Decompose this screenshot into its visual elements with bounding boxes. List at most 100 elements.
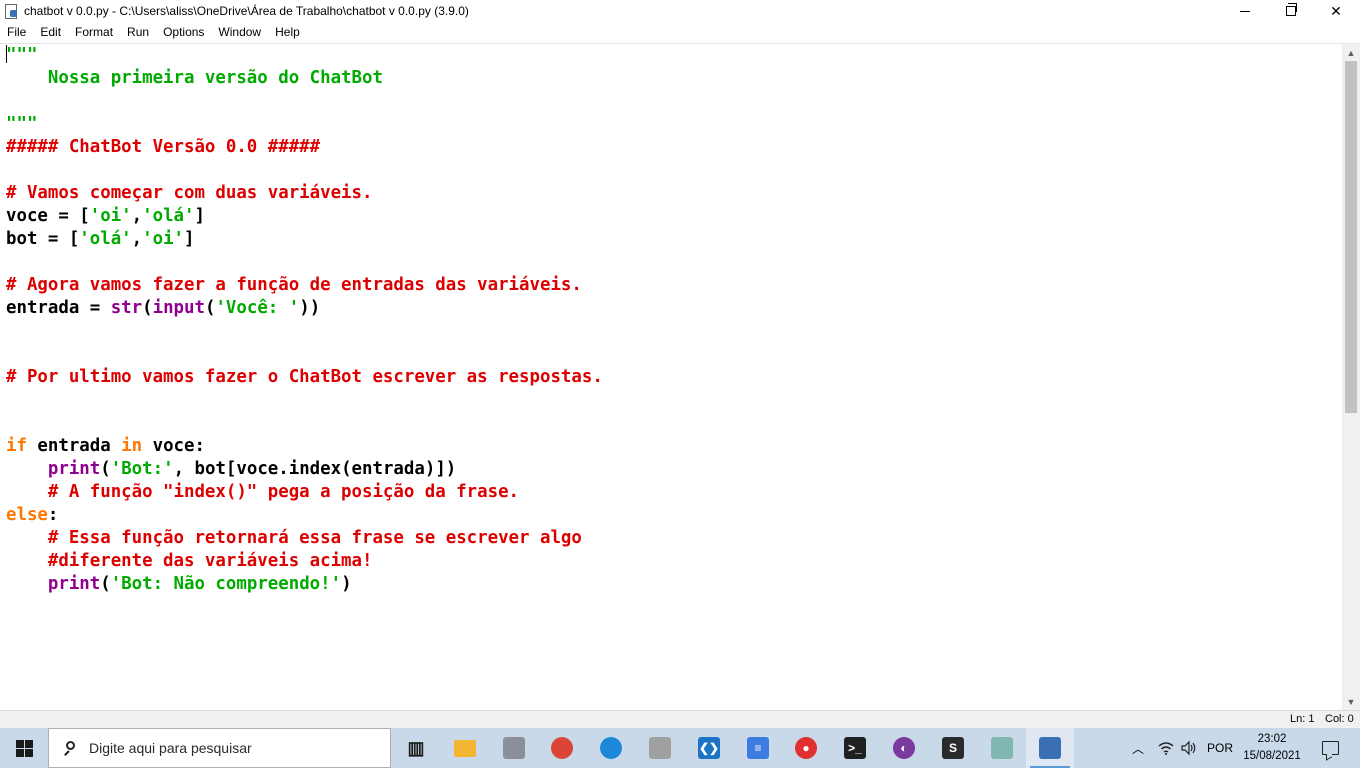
taskbar-notepad-app-button[interactable]: [636, 728, 684, 768]
code-line[interactable]: print('Bot: Não compreendo!'): [6, 573, 603, 596]
taskbar-screen-recorder-button[interactable]: ●: [782, 728, 830, 768]
code-token: ]: [184, 229, 195, 249]
vertical-scrollbar[interactable]: ▲ ▼: [1342, 44, 1360, 710]
code-token: """: [6, 45, 38, 65]
search-placeholder: Digite aqui para pesquisar: [89, 740, 252, 756]
python-idle-icon: [1039, 737, 1061, 759]
taskbar-sublime-button[interactable]: S: [929, 728, 977, 768]
taskbar-notepad-plus-button[interactable]: [978, 728, 1026, 768]
tray-chevron-icon[interactable]: ︿: [1132, 728, 1144, 768]
code-token: # Agora vamos fazer a função de entradas…: [6, 275, 582, 295]
code-token: (: [204, 298, 216, 318]
code-line[interactable]: ​: [6, 320, 603, 343]
code-token: ,: [131, 206, 143, 226]
tor-browser-icon: ◐: [893, 737, 915, 759]
scroll-up-arrow-icon[interactable]: ▲: [1342, 44, 1360, 61]
wifi-icon[interactable]: [1158, 728, 1174, 768]
taskbar-docs-button[interactable]: ≡: [734, 728, 782, 768]
menu-bar: File Edit Format Run Options Window Help: [0, 22, 1360, 44]
code-token: ]: [194, 206, 205, 226]
menu-file[interactable]: File: [0, 22, 33, 43]
code-line[interactable]: """: [6, 44, 603, 67]
menu-edit[interactable]: Edit: [33, 22, 68, 43]
code-line[interactable]: # A função "index()" pega a posição da f…: [6, 481, 603, 504]
code-line[interactable]: # Agora vamos fazer a função de entradas…: [6, 274, 603, 297]
code-line[interactable]: if entrada in voce:: [6, 435, 603, 458]
notification-icon: [1321, 741, 1339, 755]
code-token: ,: [131, 229, 143, 249]
notepad-plus-icon: [991, 737, 1013, 759]
code-token: 'Bot: Não compreendo!': [110, 574, 342, 594]
code-line[interactable]: # Por ultimo vamos fazer o ChatBot escre…: [6, 366, 603, 389]
restore-icon: [1286, 3, 1297, 16]
menu-help[interactable]: Help: [268, 22, 307, 43]
taskbar-file-explorer-button[interactable]: [441, 728, 489, 768]
code-token: Nossa primeira versão do ChatBot: [6, 68, 383, 88]
code-line[interactable]: ​: [6, 90, 603, 113]
code-line[interactable]: ​: [6, 389, 603, 412]
code-line[interactable]: bot = ['olá','oi']: [6, 228, 603, 251]
code-token: 'olá': [79, 229, 132, 249]
status-line: Ln: 1: [1290, 713, 1315, 725]
taskbar-edge-button[interactable]: [587, 728, 635, 768]
screen-recorder-icon: ●: [795, 737, 817, 759]
code-line[interactable]: ​: [6, 343, 603, 366]
volume-icon[interactable]: [1181, 728, 1197, 768]
language-indicator[interactable]: POR: [1207, 728, 1233, 768]
code-line[interactable]: voce = ['oi','olá']: [6, 205, 603, 228]
vscode-icon: ❮❯: [698, 737, 720, 759]
code-line[interactable]: Nossa primeira versão do ChatBot: [6, 67, 603, 90]
code-editor[interactable]: """ Nossa primeira versão do ChatBot​"""…: [0, 44, 1342, 710]
code-token: 'Você: ': [215, 298, 300, 318]
clock[interactable]: 23:02 15/08/2021: [1236, 731, 1308, 765]
taskbar: Digite aqui para pesquisar ▥ ❮❯ ≡ ● >_ ◐ S ︿ P…: [0, 728, 1360, 768]
code-line[interactable]: ##### ChatBot Versão 0.0 #####: [6, 136, 603, 159]
menu-run[interactable]: Run: [120, 22, 156, 43]
code-line[interactable]: # Essa função retornará essa frase se es…: [6, 527, 603, 550]
menu-format[interactable]: Format: [68, 22, 120, 43]
code-line[interactable]: #diferente das variáveis acima!: [6, 550, 603, 573]
code-line[interactable]: else:: [6, 504, 603, 527]
taskbar-chrome-button[interactable]: [538, 728, 586, 768]
code-text[interactable]: """ Nossa primeira versão do ChatBot​"""…: [6, 44, 603, 596]
code-token: entrada: [26, 436, 122, 456]
edge-icon: [600, 737, 622, 759]
windows-logo-icon: [15, 739, 33, 757]
start-button[interactable]: [0, 728, 48, 768]
notification-center-button[interactable]: [1316, 728, 1344, 768]
minimize-icon: [1240, 10, 1250, 12]
code-line[interactable]: ​: [6, 159, 603, 182]
code-token: # Essa função retornará essa frase se es…: [6, 528, 582, 548]
scroll-thumb[interactable]: [1345, 61, 1357, 413]
taskbar-tor-browser-button[interactable]: ◐: [880, 728, 928, 768]
chrome-icon: [551, 737, 573, 759]
taskbar-search[interactable]: Digite aqui para pesquisar: [48, 728, 391, 768]
code-token: """: [6, 114, 38, 134]
sublime-icon: S: [942, 737, 964, 759]
scroll-down-arrow-icon[interactable]: ▼: [1342, 693, 1360, 710]
code-line[interactable]: print('Bot:', bot[voce.index(entrada)]): [6, 458, 603, 481]
title-bar[interactable]: chatbot v 0.0.py - C:\Users\aliss\OneDri…: [0, 0, 1360, 22]
close-button[interactable]: ✕: [1313, 0, 1359, 22]
restore-button[interactable]: [1268, 0, 1314, 22]
menu-window[interactable]: Window: [211, 22, 268, 43]
code-line[interactable]: # Vamos começar com duas variáveis.: [6, 182, 603, 205]
status-bar: Ln: 1 Col: 0: [0, 710, 1360, 729]
menu-options[interactable]: Options: [156, 22, 211, 43]
code-token: #diferente das variáveis acima!: [6, 551, 373, 571]
code-line[interactable]: entrada = str(input('Você: ')): [6, 297, 603, 320]
code-token: ): [341, 574, 352, 594]
taskbar-photos-button[interactable]: [490, 728, 538, 768]
clock-date: 15/08/2021: [1243, 750, 1301, 762]
code-token: print: [47, 459, 101, 479]
code-token: else: [6, 505, 48, 525]
taskbar-vscode-button[interactable]: ❮❯: [685, 728, 733, 768]
minimize-button[interactable]: [1222, 0, 1268, 22]
taskbar-python-idle-button[interactable]: [1026, 728, 1074, 768]
taskbar-task-view-button[interactable]: ▥: [392, 728, 440, 768]
code-line[interactable]: ​: [6, 251, 603, 274]
docs-icon: ≡: [747, 737, 769, 759]
code-line[interactable]: """: [6, 113, 603, 136]
taskbar-terminal-button[interactable]: >_: [831, 728, 879, 768]
code-line[interactable]: ​: [6, 412, 603, 435]
